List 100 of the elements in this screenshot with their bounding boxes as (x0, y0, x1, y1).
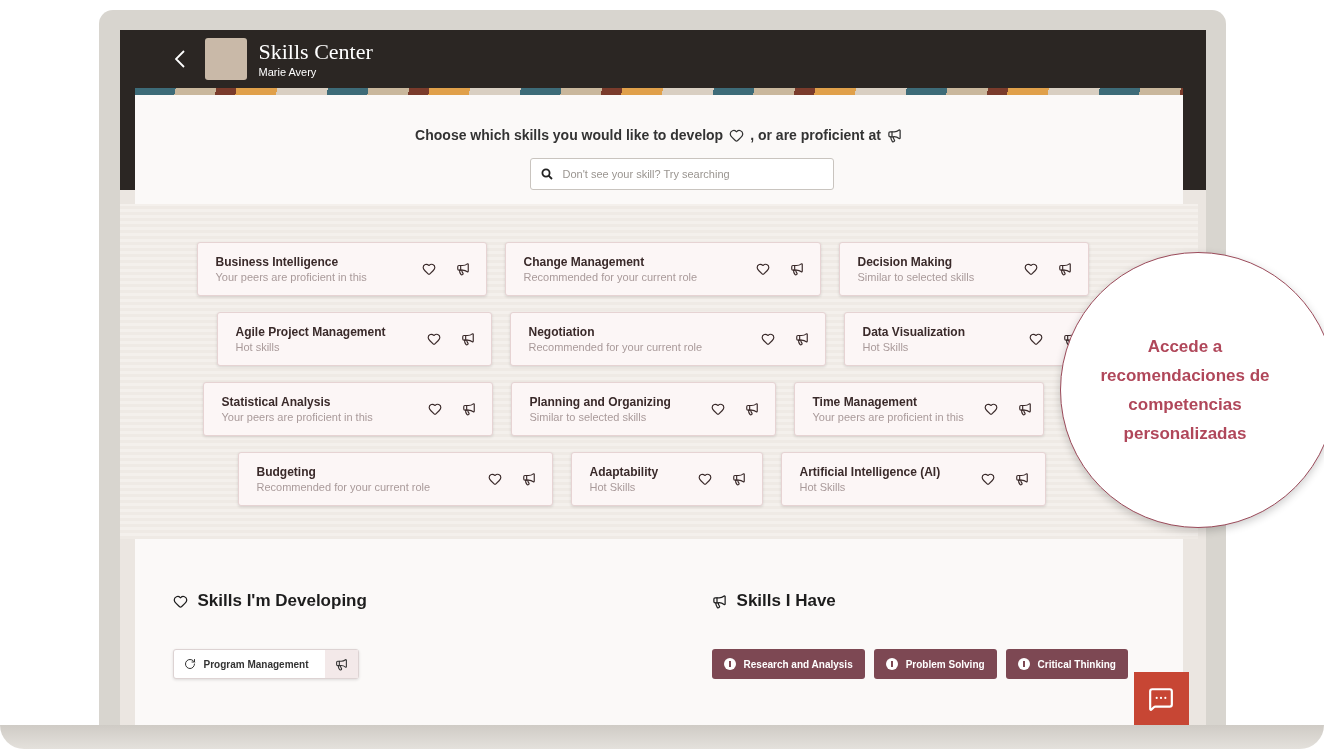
skill-chip[interactable]: Critical Thinking (1005, 649, 1128, 679)
heart-icon (760, 332, 775, 346)
skill-reason: Recommended for your current role (256, 481, 432, 493)
skill-card[interactable]: Planning and Organizing Similar to selected skills (510, 382, 776, 436)
section-title: Skills I Have (736, 591, 836, 611)
develop-button[interactable] (760, 332, 775, 346)
heart-icon (426, 332, 441, 346)
megaphone-icon (794, 332, 809, 346)
megaphone-icon (1014, 472, 1029, 486)
skill-reason: Your peers are proficient in this (221, 411, 374, 423)
heart-icon (1028, 332, 1043, 346)
skill-name: Time Management (812, 395, 918, 409)
develop-button[interactable] (426, 332, 441, 346)
skill-reason: Hot Skills (862, 341, 910, 353)
develop-button[interactable] (983, 402, 998, 416)
skill-name: Decision Making (857, 255, 954, 269)
megaphone-icon (521, 472, 536, 486)
skill-name: Adaptability (589, 465, 660, 479)
proficient-button[interactable] (1057, 262, 1072, 276)
skill-card[interactable]: Budgeting Recommended for your current role (237, 452, 553, 506)
skill-card[interactable]: Decision Making Similar to selected skills (838, 242, 1089, 296)
prompt-text: , or are proficient at (750, 127, 881, 143)
proficient-button[interactable] (731, 472, 746, 486)
heart-icon (755, 262, 770, 276)
developing-skill-chip[interactable]: Program Management (172, 649, 359, 679)
proficient-button[interactable] (460, 332, 475, 346)
proficient-button[interactable] (461, 402, 476, 416)
info-icon (723, 658, 736, 670)
chat-button[interactable] (1133, 672, 1189, 725)
megaphone-icon (1017, 402, 1032, 416)
heart-icon (729, 127, 745, 143)
develop-button[interactable] (1028, 332, 1043, 346)
skill-reason: Hot Skills (799, 481, 847, 493)
develop-button[interactable] (980, 472, 995, 486)
proficient-button[interactable] (1014, 472, 1029, 486)
heart-icon (427, 402, 442, 416)
skill-name: Statistical Analysis (221, 395, 332, 409)
back-icon (174, 50, 185, 68)
section-title: Skills I'm Developing (197, 591, 367, 611)
skill-name: Agile Project Management (235, 325, 387, 339)
develop-button[interactable] (755, 262, 770, 276)
back-button[interactable] (174, 50, 185, 68)
develop-button[interactable] (421, 262, 436, 276)
heart-icon (172, 593, 188, 609)
avatar-placeholder (204, 38, 247, 80)
skill-card[interactable]: Agile Project Management Hot skills (216, 312, 492, 366)
skill-card[interactable]: Time Management Your peers are proficient in this (793, 382, 1044, 436)
app-title: Skills Center (258, 40, 373, 64)
proficient-button[interactable] (794, 332, 809, 346)
develop-button[interactable] (710, 402, 725, 416)
proficient-button[interactable] (521, 472, 536, 486)
develop-button[interactable] (697, 472, 712, 486)
megaphone-icon (789, 262, 804, 276)
megaphone-icon (886, 127, 902, 143)
search-field[interactable]: Don't see your skill? Try searching (529, 158, 834, 190)
heart-icon (983, 402, 998, 416)
prompt-text: Choose which skills you would like to develop (415, 127, 724, 143)
user-name: Marie Avery (258, 66, 318, 78)
heart-icon (697, 472, 712, 486)
megaphone-icon (711, 593, 727, 609)
skill-name: Budgeting (256, 465, 317, 479)
proficient-button[interactable] (1017, 402, 1032, 416)
info-icon (885, 658, 898, 670)
develop-button[interactable] (427, 402, 442, 416)
skill-name: Change Management (523, 255, 646, 269)
skill-reason: Hot skills (235, 341, 281, 353)
skill-chip[interactable]: Research and Analysis (711, 649, 865, 679)
skill-name: Planning and Organizing (529, 395, 672, 409)
develop-button[interactable] (1023, 262, 1038, 276)
skill-name: Data Visualization (862, 325, 966, 339)
skill-card[interactable]: Statistical Analysis Your peers are proficient in this (202, 382, 493, 436)
skill-card[interactable]: Change Management Recommended for your current role (504, 242, 821, 296)
skill-card[interactable]: Negotiation Recommended for your current role (509, 312, 826, 366)
heart-icon (421, 262, 436, 276)
megaphone-icon (460, 332, 475, 346)
heart-icon (1023, 262, 1038, 276)
chat-icon (1148, 685, 1174, 712)
skill-reason: Hot Skills (589, 481, 637, 493)
skill-chip[interactable]: Problem Solving (873, 649, 997, 679)
skill-reason: Your peers are proficient in this (215, 271, 368, 283)
megaphone-icon (461, 402, 476, 416)
skill-name: Artificial Intelligence (AI) (799, 465, 942, 479)
progress-icon (183, 658, 196, 670)
megaphone-icon (731, 472, 746, 486)
skill-card[interactable]: Artificial Intelligence (AI) Hot Skills (780, 452, 1046, 506)
heart-icon (980, 472, 995, 486)
heart-icon (487, 472, 502, 486)
megaphone-icon (334, 657, 348, 671)
proficient-button[interactable] (789, 262, 804, 276)
proficient-toggle[interactable] (324, 650, 358, 678)
megaphone-icon (1057, 262, 1072, 276)
skill-reason: Similar to selected skills (857, 271, 976, 283)
skill-name: Business Intelligence (215, 255, 340, 269)
heart-icon (710, 402, 725, 416)
skill-card[interactable]: Adaptability Hot Skills (570, 452, 763, 506)
skill-card[interactable]: Business Intelligence Your peers are proficient in this (196, 242, 487, 296)
develop-button[interactable] (487, 472, 502, 486)
proficient-button[interactable] (455, 262, 470, 276)
proficient-button[interactable] (744, 402, 759, 416)
info-icon (1017, 658, 1030, 670)
